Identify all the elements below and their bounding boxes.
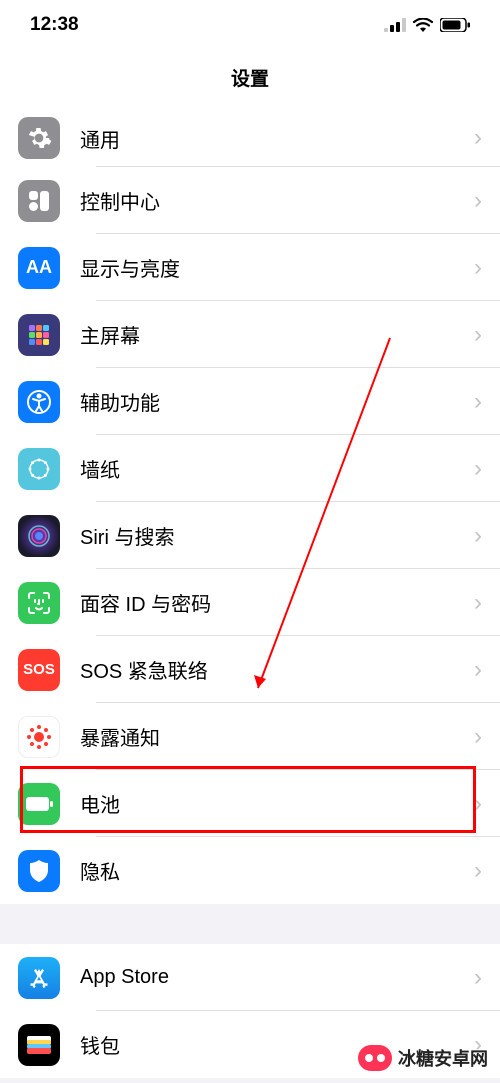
exposure-icon — [18, 716, 60, 758]
cellular-icon — [384, 18, 406, 32]
row-label: 暴露通知 — [80, 722, 474, 751]
sos-icon: SOS — [18, 649, 60, 691]
page-title: 设置 — [0, 50, 500, 109]
row-label: App Store — [80, 966, 474, 989]
settings-group-1: 通用 › 控制中心 › AA 显示与亮度 › 主屏幕 › 辅助功能 › — [0, 109, 500, 904]
home-screen-icon — [18, 314, 60, 356]
row-face-id-passcode[interactable]: 面容 ID 与密码 › — [0, 569, 500, 636]
chevron-right-icon: › — [474, 388, 482, 416]
row-home-screen[interactable]: 主屏幕 › — [0, 301, 500, 368]
gear-icon — [18, 117, 60, 159]
chevron-right-icon: › — [474, 589, 482, 617]
siri-icon — [18, 515, 60, 557]
row-general[interactable]: 通用 › — [0, 109, 500, 167]
wifi-icon — [413, 18, 433, 33]
status-icons — [384, 18, 470, 33]
row-exposure-notifications[interactable]: 暴露通知 › — [0, 703, 500, 770]
chevron-right-icon: › — [474, 455, 482, 483]
watermark-text: 冰糖安卓网 — [398, 1045, 488, 1071]
chevron-right-icon: › — [474, 522, 482, 550]
appstore-icon — [18, 957, 60, 999]
chevron-right-icon: › — [474, 656, 482, 684]
chevron-right-icon: › — [474, 964, 482, 992]
row-label: 墙纸 — [80, 454, 474, 483]
row-label: 主屏幕 — [80, 320, 474, 349]
row-label: 面容 ID 与密码 — [80, 588, 474, 617]
accessibility-icon — [18, 381, 60, 423]
watermark-logo-icon — [358, 1045, 392, 1071]
faceid-icon — [18, 582, 60, 624]
watermark: 冰糖安卓网 — [358, 1045, 488, 1071]
chevron-right-icon: › — [474, 254, 482, 282]
row-label: 电池 — [80, 789, 474, 818]
display-icon: AA — [18, 247, 60, 289]
chevron-right-icon: › — [474, 187, 482, 215]
row-accessibility[interactable]: 辅助功能 › — [0, 368, 500, 435]
row-wallpaper[interactable]: 墙纸 › — [0, 435, 500, 502]
chevron-right-icon: › — [474, 857, 482, 885]
row-battery[interactable]: 电池 › — [0, 770, 500, 837]
row-display-brightness[interactable]: AA 显示与亮度 › — [0, 234, 500, 301]
row-label: 控制中心 — [80, 186, 474, 215]
chevron-right-icon: › — [474, 723, 482, 751]
chevron-right-icon: › — [474, 790, 482, 818]
chevron-right-icon: › — [474, 124, 482, 152]
status-time: 12:38 — [30, 14, 79, 36]
row-label: 隐私 — [80, 856, 474, 885]
wallet-icon — [18, 1024, 60, 1066]
battery-row-icon — [18, 783, 60, 825]
row-sos[interactable]: SOS SOS 紧急联络 › — [0, 636, 500, 703]
row-privacy[interactable]: 隐私 › — [0, 837, 500, 904]
row-siri-search[interactable]: Siri 与搜索 › — [0, 502, 500, 569]
row-label: SOS 紧急联络 — [80, 655, 474, 684]
battery-icon — [440, 18, 470, 32]
status-bar: 12:38 — [0, 0, 500, 50]
row-control-center[interactable]: 控制中心 › — [0, 167, 500, 234]
wallpaper-icon — [18, 448, 60, 490]
row-label: 显示与亮度 — [80, 253, 474, 282]
row-label: 辅助功能 — [80, 387, 474, 416]
row-label: 通用 — [80, 124, 474, 153]
privacy-icon — [18, 850, 60, 892]
chevron-right-icon: › — [474, 321, 482, 349]
row-label: Siri 与搜索 — [80, 521, 474, 550]
control-center-icon — [18, 180, 60, 222]
row-app-store[interactable]: App Store › — [0, 944, 500, 1011]
